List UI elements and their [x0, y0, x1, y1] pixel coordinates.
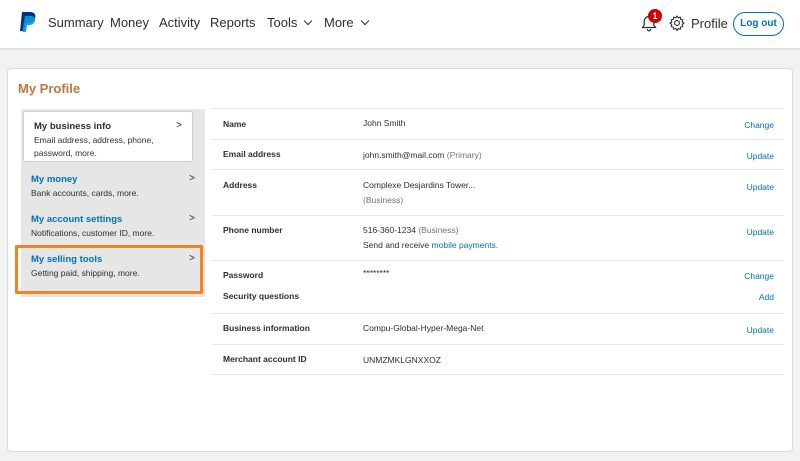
chevron-right-icon: > [189, 253, 195, 264]
phone-number: 516-360-1234 [363, 225, 416, 235]
info-row-merchant-id: Merchant account ID UNMZMKLGNXXOZ [212, 344, 784, 375]
info-row-email: Email address john.smith@mail.com (Prima… [212, 139, 784, 169]
chevron-right-icon: > [176, 120, 182, 131]
sidebar-item-selling-tools[interactable]: My selling tools Getting paid, shipping,… [21, 253, 205, 289]
row-label: Email address [223, 149, 281, 159]
update-phone-link[interactable]: Update [747, 227, 774, 237]
chevron-right-icon: > [189, 173, 195, 184]
info-row-address: Address Complexe Desjardins Tower... (Bu… [212, 169, 784, 215]
row-label: Security questions [223, 291, 300, 301]
gear-icon[interactable] [669, 15, 685, 31]
row-label: Address [223, 180, 258, 190]
sidebar-item-title: My money [31, 174, 78, 185]
email-value: john.smith@mail.com (Primary) [363, 148, 482, 163]
sidebar-item-business-info[interactable]: My business info Email address, address,… [23, 111, 193, 162]
profile-sidebar: My business info Email address, address,… [21, 109, 205, 297]
row-label: Password [223, 270, 264, 280]
profile-card: My Profile My business info Email addres… [7, 68, 793, 452]
email-tag: (Primary) [446, 150, 482, 160]
info-row-business: Business information Compu-Global-Hyper-… [212, 313, 784, 344]
add-security-questions-link[interactable]: Add [759, 292, 774, 302]
nav-more-label: More [324, 15, 354, 30]
page-title: My Profile [18, 81, 81, 96]
nav-activity[interactable]: Activity [159, 15, 200, 30]
password-value: ******** [363, 268, 390, 278]
sidebar-item-title: My selling tools [31, 254, 103, 265]
email-address: john.smith@mail.com [363, 150, 445, 160]
row-label: Name [223, 119, 247, 129]
notification-badge: 1 [648, 9, 662, 23]
sidebar-item-desc: Email address, address, phone, password,… [34, 135, 154, 158]
sidebar-item-desc: Notifications, customer ID, more. [31, 228, 155, 238]
paypal-logo-icon[interactable] [17, 11, 37, 33]
nav-money[interactable]: Money [110, 15, 149, 30]
business-value: Compu-Global-Hyper-Mega-Net [363, 323, 484, 333]
row-label: Business information [223, 323, 310, 333]
update-email-link[interactable]: Update [747, 151, 774, 161]
change-password-link[interactable]: Change [744, 271, 774, 281]
chevron-down-icon [360, 16, 369, 26]
logout-button[interactable]: Log out [733, 12, 784, 36]
update-address-link[interactable]: Update [747, 182, 774, 192]
phone-tag: (Business) [418, 225, 459, 235]
info-row-name: Name John Smith Change [212, 108, 784, 139]
row-label: Phone number [223, 225, 283, 235]
row-label: Merchant account ID [223, 354, 307, 364]
nav-summary[interactable]: Summary [48, 15, 104, 30]
mobile-payments-link[interactable]: mobile payments. [432, 240, 499, 250]
name-value: John Smith [363, 118, 406, 128]
merchant-id-value: UNMZMKLGNXXOZ [363, 355, 441, 365]
sidebar-item-desc: Getting paid, shipping, more. [31, 268, 140, 278]
sidebar-item-desc: Bank accounts, cards, more. [31, 188, 139, 198]
sidebar-item-title: My business info [34, 121, 112, 132]
change-name-link[interactable]: Change [744, 120, 774, 130]
nav-reports[interactable]: Reports [210, 15, 256, 30]
mobile-payments-line: Send and receive mobile payments. [363, 238, 498, 253]
mobile-payments-text: Send and receive [363, 240, 430, 250]
info-row-phone: Phone number 516-360-1234 (Business) Sen… [212, 215, 784, 260]
info-row-password-security: Password ******** Change Security questi… [212, 260, 784, 313]
address-value: Complexe Desjardins Tower... [363, 180, 476, 190]
address-tag: (Business) [363, 195, 404, 205]
nav-more[interactable]: More [324, 15, 369, 30]
sidebar-item-title: My account settings [31, 214, 123, 225]
chevron-right-icon: > [189, 213, 195, 224]
update-business-link[interactable]: Update [747, 325, 774, 335]
nav-tools[interactable]: Tools [267, 15, 313, 30]
top-navigation-bar: Summary Money Activity Reports Tools Mor… [0, 0, 800, 48]
sidebar-item-my-money[interactable]: My money Bank accounts, cards, more. > [21, 173, 205, 203]
chevron-down-icon [304, 16, 313, 26]
profile-link[interactable]: Profile [691, 16, 728, 31]
phone-value: 516-360-1234 (Business) [363, 223, 458, 238]
nav-tools-label: Tools [267, 15, 298, 30]
sidebar-item-account-settings[interactable]: My account settings Notifications, custo… [21, 213, 205, 243]
